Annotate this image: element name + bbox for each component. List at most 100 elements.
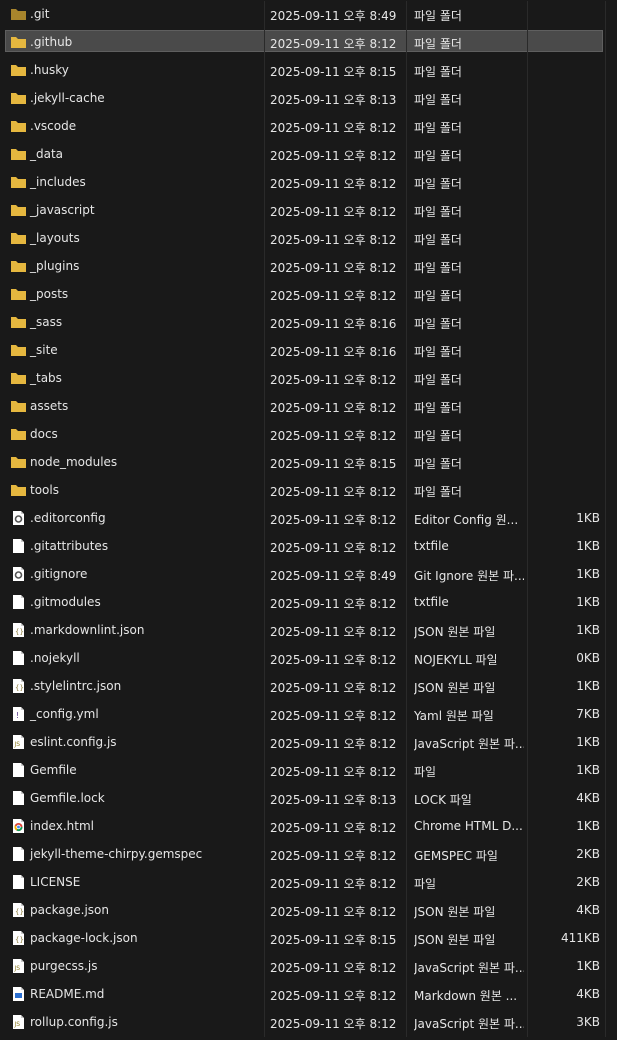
file-size: 1KB [576, 735, 600, 749]
file-name: .stylelintrc.json [30, 679, 122, 693]
folder-icon [10, 454, 27, 470]
column-divider [605, 365, 606, 393]
folder-row[interactable]: .vscode 2025-09-11 오후 8:12 파일 폴더 [0, 113, 617, 141]
file-type: 파일 [414, 877, 437, 891]
file-size: 2KB [576, 875, 600, 889]
file-type: 파일 폴더 [414, 485, 462, 499]
folder-icon [10, 90, 27, 106]
column-divider [605, 673, 606, 701]
file-row[interactable]: JS rollup.config.js 2025-09-11 오후 8:12 J… [0, 1009, 617, 1037]
folder-row[interactable]: .github 2025-09-11 오후 8:12 파일 폴더 [0, 29, 617, 57]
file-row[interactable]: jekyll-theme-chirpy.gemspec 2025-09-11 오… [0, 841, 617, 869]
file-row[interactable]: .gitattributes 2025-09-11 오후 8:12 txtfil… [0, 533, 617, 561]
file-row[interactable]: {} .stylelintrc.json 2025-09-11 오후 8:12 … [0, 673, 617, 701]
column-divider [406, 477, 407, 505]
file-type: 파일 폴더 [414, 93, 462, 107]
folder-row[interactable]: tools 2025-09-11 오후 8:12 파일 폴더 [0, 477, 617, 505]
column-divider [605, 393, 606, 421]
file-row[interactable]: LICENSE 2025-09-11 오후 8:12 파일 2KB [0, 869, 617, 897]
file-type: 파일 폴더 [414, 65, 462, 79]
column-divider [527, 953, 528, 981]
folder-icon [10, 146, 27, 162]
file-row[interactable]: .gitignore 2025-09-11 오후 8:49 Git Ignore… [0, 561, 617, 589]
column-divider [264, 673, 265, 701]
modified-date: 2025-09-11 오후 8:12 [270, 653, 397, 667]
column-divider [527, 29, 528, 57]
column-divider [264, 645, 265, 673]
column-divider [264, 533, 265, 561]
file-name: jekyll-theme-chirpy.gemspec [30, 847, 203, 861]
folder-row[interactable]: _javascript 2025-09-11 오후 8:12 파일 폴더 [0, 197, 617, 225]
modified-date: 2025-09-11 오후 8:12 [270, 289, 397, 303]
column-divider [406, 309, 407, 337]
file-type: 파일 폴더 [414, 205, 462, 219]
column-divider [605, 869, 606, 897]
column-divider [527, 477, 528, 505]
column-divider [264, 841, 265, 869]
folder-row[interactable]: _posts 2025-09-11 오후 8:12 파일 폴더 [0, 281, 617, 309]
file-icon [10, 762, 27, 778]
folder-row[interactable]: _sass 2025-09-11 오후 8:16 파일 폴더 [0, 309, 617, 337]
file-row[interactable]: {} package.json 2025-09-11 오후 8:12 JSON … [0, 897, 617, 925]
modified-date: 2025-09-11 오후 8:12 [270, 1017, 397, 1031]
column-divider [406, 169, 407, 197]
column-divider [527, 393, 528, 421]
modified-date: 2025-09-11 오후 8:15 [270, 933, 397, 947]
folder-row[interactable]: _plugins 2025-09-11 오후 8:12 파일 폴더 [0, 253, 617, 281]
file-name: _includes [30, 175, 86, 189]
column-divider [605, 1, 606, 29]
file-row[interactable]: JS eslint.config.js 2025-09-11 오후 8:12 J… [0, 729, 617, 757]
folder-row[interactable]: node_modules 2025-09-11 오후 8:15 파일 폴더 [0, 449, 617, 477]
file-type: JSON 원본 파일 [414, 681, 496, 695]
modified-date: 2025-09-11 오후 8:12 [270, 261, 397, 275]
folder-row[interactable]: docs 2025-09-11 오후 8:12 파일 폴더 [0, 421, 617, 449]
file-row[interactable]: Gemfile.lock 2025-09-11 오후 8:13 LOCK 파일 … [0, 785, 617, 813]
column-divider [406, 225, 407, 253]
column-divider [406, 253, 407, 281]
column-divider [406, 197, 407, 225]
file-row[interactable]: {} .markdownlint.json 2025-09-11 오후 8:12… [0, 617, 617, 645]
file-size: 1KB [576, 623, 600, 637]
folder-row[interactable]: _includes 2025-09-11 오후 8:12 파일 폴더 [0, 169, 617, 197]
folder-row[interactable]: assets 2025-09-11 오후 8:12 파일 폴더 [0, 393, 617, 421]
folder-row[interactable]: .husky 2025-09-11 오후 8:15 파일 폴더 [0, 57, 617, 85]
file-type: Yaml 원본 파일 [414, 709, 494, 723]
file-row[interactable]: JS purgecss.js 2025-09-11 오후 8:12 JavaSc… [0, 953, 617, 981]
column-divider [605, 645, 606, 673]
column-divider [605, 337, 606, 365]
column-divider [527, 925, 528, 953]
file-row[interactable]: .gitmodules 2025-09-11 오후 8:12 txtfile 1… [0, 589, 617, 617]
file-row[interactable]: README.md 2025-09-11 오후 8:12 Markdown 원본… [0, 981, 617, 1009]
file-row[interactable]: ! _config.yml 2025-09-11 오후 8:12 Yaml 원본… [0, 701, 617, 729]
javascript-file-icon: JS [10, 958, 27, 974]
column-divider [605, 729, 606, 757]
javascript-file-icon: JS [10, 1014, 27, 1030]
file-row[interactable]: .editorconfig 2025-09-11 오후 8:12 Editor … [0, 505, 617, 533]
file-name: _config.yml [30, 707, 99, 721]
column-divider [264, 197, 265, 225]
file-row[interactable]: Gemfile 2025-09-11 오후 8:12 파일 1KB [0, 757, 617, 785]
folder-row[interactable]: _site 2025-09-11 오후 8:16 파일 폴더 [0, 337, 617, 365]
file-row[interactable]: {} package-lock.json 2025-09-11 오후 8:15 … [0, 925, 617, 953]
file-size: 1KB [576, 595, 600, 609]
folder-row[interactable]: _layouts 2025-09-11 오후 8:12 파일 폴더 [0, 225, 617, 253]
file-type: 파일 [414, 765, 437, 779]
modified-date: 2025-09-11 오후 8:16 [270, 317, 397, 331]
file-name: rollup.config.js [30, 1015, 118, 1029]
column-divider [264, 785, 265, 813]
file-type: NOJEKYLL 파일 [414, 653, 498, 667]
file-type: Editor Config 원... [414, 513, 519, 527]
modified-date: 2025-09-11 오후 8:12 [270, 597, 397, 611]
svg-text:{}: {} [15, 684, 24, 692]
column-divider [406, 421, 407, 449]
folder-row[interactable]: _tabs 2025-09-11 오후 8:12 파일 폴더 [0, 365, 617, 393]
folder-row[interactable]: .jekyll-cache 2025-09-11 오후 8:13 파일 폴더 [0, 85, 617, 113]
column-divider [527, 561, 528, 589]
column-divider [264, 337, 265, 365]
folder-icon [10, 34, 27, 50]
file-row[interactable]: index.html 2025-09-11 오후 8:12 Chrome HTM… [0, 813, 617, 841]
file-row[interactable]: .nojekyll 2025-09-11 오후 8:12 NOJEKYLL 파일… [0, 645, 617, 673]
folder-row[interactable]: .git 2025-09-11 오후 8:49 파일 폴더 [0, 1, 617, 29]
folder-row[interactable]: _data 2025-09-11 오후 8:12 파일 폴더 [0, 141, 617, 169]
file-size: 7KB [576, 707, 600, 721]
